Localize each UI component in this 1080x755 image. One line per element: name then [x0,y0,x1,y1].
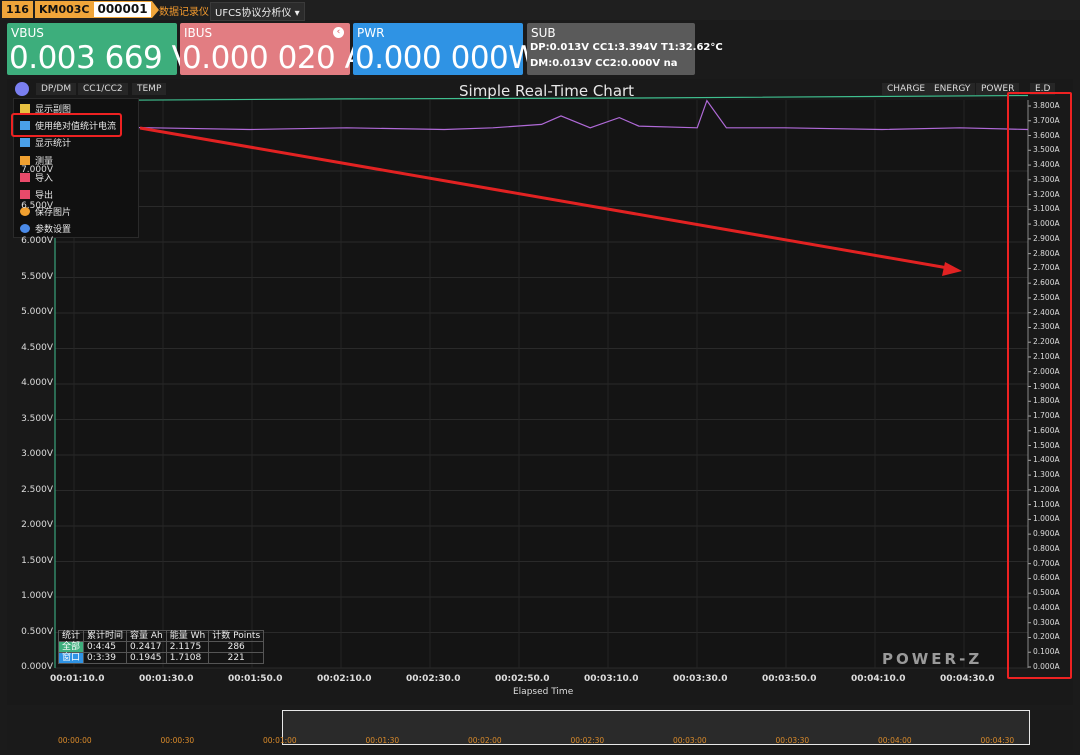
x-tick: 00:02:10.0 [317,674,372,684]
navigator-tick: 00:01:00 [263,736,297,745]
x-tick: 00:01:10.0 [50,674,105,684]
x-tick: 00:01:30.0 [139,674,194,684]
stats-points: 221 [208,652,265,664]
stats-tag: 全部 [57,641,85,653]
x-tick: 00:04:30.0 [940,674,995,684]
menu-item-settings[interactable]: 参数设置 [20,222,71,235]
power-z-logo: POWER-Z [882,650,983,668]
navigator-tick: 00:02:00 [468,736,502,745]
stats-ah: 0.1945 [126,652,167,664]
x-tick: 00:03:10.0 [584,674,639,684]
y-left-tick: 5.500V [21,271,53,282]
chip-cc[interactable]: CC1/CC2 [78,83,128,95]
stats-header: 计数 Points [208,630,265,642]
y-left-tick: 5.000V [21,307,53,317]
chip-energy[interactable]: ENERGY [929,83,976,95]
y-left-tick: 6.500V [21,200,53,211]
export-icon [20,190,30,199]
stats-row: 窗口 0:3:39 0.1945 1.7108 221 [57,652,265,664]
y-left-tick: 2.500V [21,484,53,495]
x-axis-label: Elapsed Time [513,687,574,697]
bar-chart-icon [20,138,30,147]
navigator-tick: 00:03:30 [775,736,810,745]
menu-item-label: 参数设置 [35,225,72,235]
y-left-tick: 6.000V [21,236,53,246]
navigator-tick: 00:00:00 [58,736,92,745]
chip-dpdm[interactable]: DP/DM [36,83,77,95]
stats-header: 能量 Wh [165,630,210,642]
x-tick: 00:01:50.0 [228,674,283,684]
stats-header-row: 统计 累计时间 容量 Ah 能量 Wh 计数 Points [57,630,265,642]
stats-ah: 0.2417 [126,641,167,653]
navigator-tick: 00:01:30 [365,736,400,745]
x-tick: 00:02:50.0 [495,674,550,684]
stats-points: 286 [208,641,265,653]
y-left-tick: 0.500V [21,626,53,637]
y-left-tick: 7.000V [21,165,53,175]
stats-row: 全部 0:4:45 0.2417 2.1175 286 [57,641,265,653]
gear-icon [20,224,30,233]
highlight-box-menu [11,113,122,137]
x-tick: 00:02:30.0 [406,674,461,684]
y-left-tick: 2.000V [21,520,53,530]
y-left-tick: 0.000V [21,662,53,672]
x-tick: 00:03:30.0 [673,674,728,684]
stats-time: 0:4:45 [83,641,128,653]
chip-charge[interactable]: CHARGE [882,83,931,95]
x-tick: 00:03:50.0 [762,674,817,684]
menu-item-show-stats[interactable]: 显示统计 [20,136,71,149]
stats-header: 累计时间 [83,630,128,642]
chip-temp[interactable]: TEMP [132,83,167,95]
y-left-tick: 1.000V [21,591,53,601]
stats-wh: 2.1175 [165,641,210,653]
chart-title: Simple Real-Time Chart [459,82,635,100]
stats-header: 统计 [57,630,85,642]
y-left-tick: 3.500V [21,413,53,424]
stats-time: 0:3:39 [83,652,128,664]
stats-header: 容量 Ah [126,630,167,642]
menu-item-label: 导出 [35,191,54,201]
list-icon [20,104,30,113]
stats-tag: 窗口 [57,652,85,664]
y-left-tick: 4.500V [21,342,53,353]
x-tick: 00:04:10.0 [851,674,906,684]
stats-wh: 1.7108 [165,652,210,664]
navigator-tick: 00:04:30 [980,736,1015,745]
navigator-tick: 00:02:30 [570,736,605,745]
y-left-tick: 1.500V [21,555,53,566]
menu-item-export[interactable]: 导出 [20,188,53,201]
stats-table: 统计 累计时间 容量 Ah 能量 Wh 计数 Points 全部 0:4:45 … [57,630,265,664]
ruler-icon [20,156,30,165]
menu-item-label: 显示统计 [35,139,72,149]
navigator-tick: 00:00:30 [160,736,195,745]
navigator-tick: 00:03:00 [673,736,707,745]
y-left-tick: 3.000V [21,449,53,459]
navigator-tick: 00:04:00 [878,736,912,745]
menu-icon[interactable] [15,82,29,96]
highlight-box-right-axis [1007,92,1072,679]
y-left-tick: 4.000V [21,378,53,388]
